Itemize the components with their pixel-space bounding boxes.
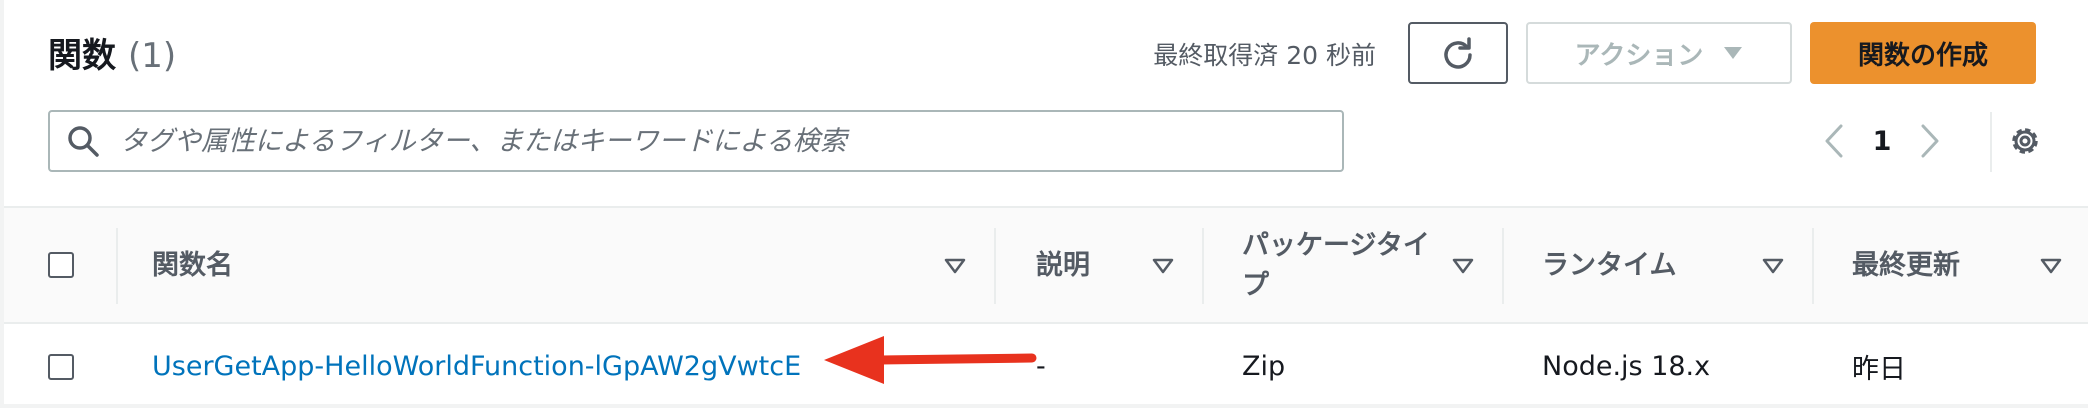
column-header-runtime[interactable]: ランタイム <box>1542 208 1742 324</box>
cell-function-name: UserGetApp-HelloWorldFunction-lGpAW2gVwt… <box>152 324 801 408</box>
column-divider <box>1812 228 1814 304</box>
refresh-icon <box>1444 37 1472 69</box>
column-header-function-name[interactable]: 関数名 <box>152 208 962 324</box>
search-field[interactable] <box>48 110 1344 172</box>
select-all-checkbox[interactable] <box>48 252 74 278</box>
current-page-number[interactable]: 1 <box>1854 126 1910 157</box>
pagination: 1 <box>1814 120 1950 162</box>
function-count: (1) <box>128 36 177 76</box>
create-function-label: 関数の作成 <box>1857 40 1988 71</box>
title-text: 関数 <box>48 36 116 76</box>
actions-dropdown-button[interactable]: アクション <box>1526 22 1792 84</box>
column-label: 最終更新 <box>1852 250 1960 281</box>
cell-last-modified: 昨日 <box>1852 353 1906 385</box>
table-header: 関数名 説明 パッケージタイプ ランタイム 最終更新 <box>4 206 2088 324</box>
row-checkbox[interactable] <box>48 354 74 380</box>
last-fetched-text: 最終取得済 20 秒前 <box>1153 41 1376 70</box>
search-icon <box>68 126 99 157</box>
table-row[interactable]: UserGetApp-HelloWorldFunction-lGpAW2gVwt… <box>4 324 2088 408</box>
sort-icon[interactable] <box>1152 258 1174 274</box>
sort-icon[interactable] <box>1762 258 1784 274</box>
column-divider <box>1502 228 1504 304</box>
chevron-left-icon <box>1825 124 1843 158</box>
column-label: ランタイム <box>1542 250 1677 281</box>
cell-package-type: Zip <box>1242 350 1286 382</box>
column-divider <box>994 228 996 304</box>
annotation-arrow-icon <box>824 336 1037 384</box>
preferences-button[interactable] <box>2006 122 2044 160</box>
column-header-last-modified[interactable]: 最終更新 <box>1852 208 2032 324</box>
column-divider <box>116 228 118 304</box>
column-header-package-type[interactable]: パッケージタイプ <box>1242 208 1442 324</box>
sort-icon[interactable] <box>944 258 966 274</box>
chevron-right-icon <box>1921 124 1939 158</box>
refresh-button[interactable] <box>1408 22 1508 84</box>
next-page-button[interactable] <box>1910 121 1950 161</box>
pager-divider <box>1990 112 1992 172</box>
previous-page-button[interactable] <box>1814 121 1854 161</box>
actions-label: アクション <box>1574 40 1704 71</box>
sort-icon[interactable] <box>2040 258 2062 274</box>
column-label: 関数名 <box>152 250 233 281</box>
page-title: 関数 (1) <box>48 28 176 77</box>
column-label: 説明 <box>1036 250 1090 281</box>
search-input[interactable] <box>118 124 1342 158</box>
functions-table: 関数名 説明 パッケージタイプ ランタイム 最終更新 UserGetApp-He… <box>4 206 2088 408</box>
column-divider <box>1202 228 1204 304</box>
cell-runtime: Node.js 18.x <box>1542 350 1711 382</box>
function-name-link[interactable]: UserGetApp-HelloWorldFunction-lGpAW2gVwt… <box>152 351 801 382</box>
table-body: UserGetApp-HelloWorldFunction-lGpAW2gVwt… <box>4 324 2088 408</box>
sort-icon[interactable] <box>1452 258 1474 274</box>
caret-down-icon <box>1724 47 1743 59</box>
create-function-button[interactable]: 関数の作成 <box>1810 22 2036 84</box>
settings-gear-icon <box>2012 128 2038 154</box>
column-label: パッケージタイプ <box>1242 230 1430 301</box>
